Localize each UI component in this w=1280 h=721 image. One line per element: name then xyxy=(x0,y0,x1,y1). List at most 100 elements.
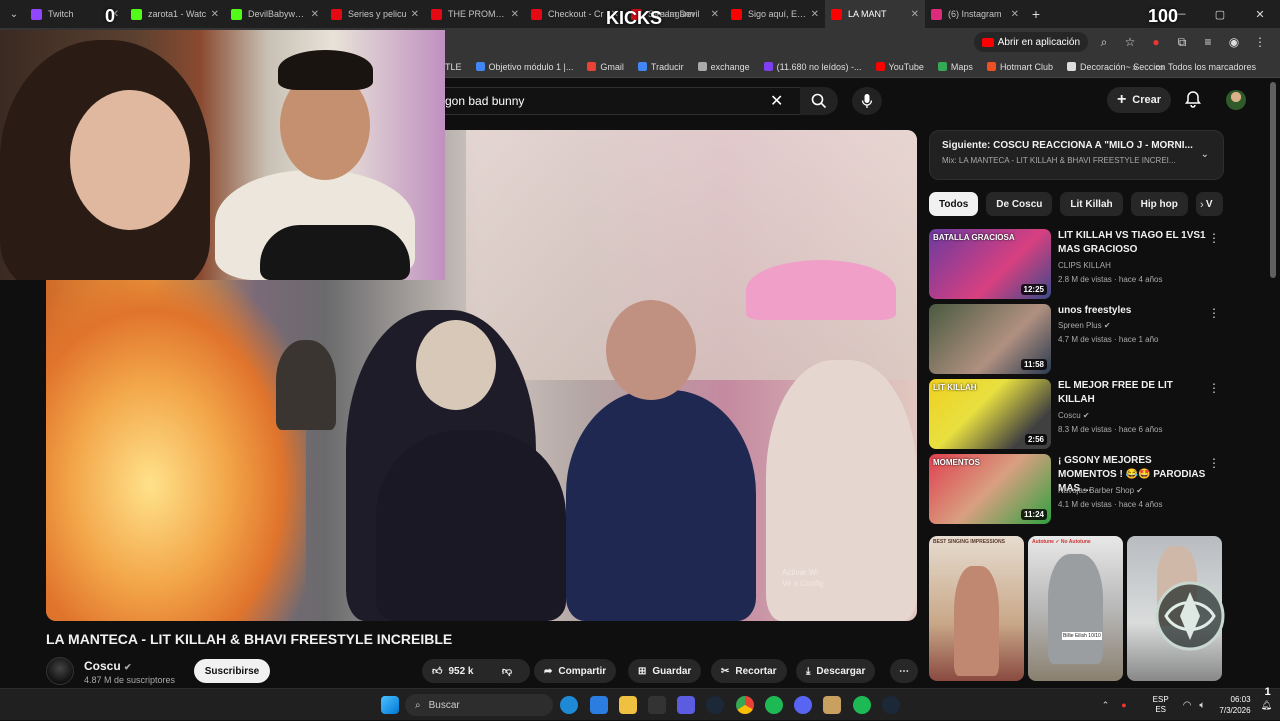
share-button[interactable]: ➦ Compartir xyxy=(534,659,617,683)
browser-tab[interactable]: THE PROMISE ✕ xyxy=(425,0,525,28)
chrome-icon[interactable] xyxy=(736,696,754,714)
spotify-icon[interactable] xyxy=(765,696,783,714)
bookmark-item[interactable]: exchange xyxy=(697,62,750,72)
bookmark-item[interactable]: Traducir xyxy=(637,62,684,72)
video-title-link[interactable]: EL MEJOR FREE DE LIT KILLAH xyxy=(1058,379,1208,407)
short-item[interactable]: Autotune ✓ No Autotune Billie Eilish 10/… xyxy=(1028,536,1123,681)
discord-icon[interactable] xyxy=(794,696,812,714)
chevron-right-icon[interactable]: › xyxy=(1200,199,1204,211)
up-next-panel[interactable]: Siguiente: COSCU REACCIONA A "MILO J - M… xyxy=(929,130,1224,180)
edge-icon[interactable] xyxy=(560,696,578,714)
filter-chip[interactable]: Hip hop xyxy=(1130,192,1188,216)
more-bookmarks-icon[interactable]: » xyxy=(1132,62,1137,72)
new-tab-button[interactable]: + xyxy=(1025,6,1047,22)
filter-chip[interactable]: De Coscu xyxy=(986,192,1053,216)
close-window-icon[interactable]: ✕ xyxy=(1240,8,1280,21)
more-options-icon[interactable]: ⋮ xyxy=(1208,306,1220,320)
clear-search-icon[interactable]: ✕ xyxy=(770,91,783,111)
browser-tab[interactable]: zarota1 - Watc ✕ xyxy=(125,0,225,28)
zoom-icon[interactable]: ⌕ xyxy=(1094,32,1114,52)
notification-bell-icon[interactable]: 🔔︎ 1 xyxy=(1261,686,1272,711)
channel-name[interactable]: Coscu ✔ xyxy=(84,659,132,673)
open-in-app-button[interactable]: Abrir en aplicación xyxy=(973,32,1088,52)
channel-avatar[interactable] xyxy=(46,657,74,685)
filter-chip[interactable]: Lit Killah xyxy=(1060,192,1123,216)
video-channel[interactable]: Navajas Barber Shop ✔ xyxy=(1058,486,1143,495)
close-tab-icon[interactable]: ✕ xyxy=(211,9,219,20)
more-actions-button[interactable]: ⋯ xyxy=(890,659,918,683)
more-options-icon[interactable]: ⋮ xyxy=(1208,381,1220,395)
page-scrollbar[interactable] xyxy=(1270,82,1276,278)
short-item[interactable]: BEST SINGING IMPRESSIONS xyxy=(929,536,1024,681)
file-explorer-icon[interactable] xyxy=(619,696,637,714)
extension-icon[interactable]: ● xyxy=(1146,32,1166,52)
tray-app-icon[interactable]: ● xyxy=(1121,700,1126,710)
dislike-button[interactable]: 👎︎ xyxy=(488,659,526,683)
app-icon[interactable] xyxy=(823,696,841,714)
search-input[interactable]: gon bad bunny xyxy=(420,87,800,115)
bookmark-star-icon[interactable]: ☆ xyxy=(1120,32,1140,52)
bookmark-item[interactable]: Maps xyxy=(937,62,973,72)
recommended-video[interactable]: LIT KILLAH 2:56 EL MEJOR FREE DE LIT KILLA… xyxy=(929,379,1224,449)
video-channel[interactable]: CLIPS KILLAH xyxy=(1058,261,1111,270)
steam-icon[interactable] xyxy=(882,696,900,714)
video-channel[interactable]: Spreen Plus ✔ xyxy=(1058,321,1111,330)
bookmark-item[interactable]: TLE xyxy=(445,62,462,72)
notifications-button[interactable] xyxy=(1184,90,1202,113)
account-avatar[interactable] xyxy=(1226,90,1246,110)
epic-games-icon[interactable] xyxy=(648,696,666,714)
clock[interactable]: 06:03 7/3/2026 xyxy=(1219,694,1250,716)
start-menu-icon[interactable] xyxy=(381,696,399,714)
create-button[interactable]: + Crear xyxy=(1107,87,1171,113)
volume-icon[interactable]: 🔈︎ xyxy=(1199,700,1205,711)
recommended-video[interactable]: BATALLA GRACIOSA 12:25 LIT KILLAH VS TIAGO… xyxy=(929,229,1224,299)
more-options-icon[interactable]: ⋮ xyxy=(1208,231,1220,245)
bookmark-item[interactable]: Hotmart Club xyxy=(986,62,1053,72)
video-thumbnail[interactable]: MOMENTOS 11:24 xyxy=(929,454,1051,524)
video-title-link[interactable]: LIT KILLAH VS TIAGO EL 1VS1 MAS GRACIOSO xyxy=(1058,229,1208,257)
media-control-icon[interactable]: ≡ xyxy=(1198,32,1218,52)
wifi-icon[interactable]: ◠ xyxy=(1183,700,1192,711)
all-bookmarks-folder[interactable]: ▭ Todos los marcadores xyxy=(1155,62,1256,73)
steam-icon[interactable] xyxy=(706,696,724,714)
close-tab-icon[interactable]: ✕ xyxy=(411,9,419,20)
video-thumbnail[interactable]: 11:58 xyxy=(929,304,1051,374)
maximize-icon[interactable]: ▢ xyxy=(1200,8,1240,21)
recommended-video[interactable]: MOMENTOS 11:24 ¡ GSONY MEJORES MOMENTOS ! … xyxy=(929,454,1224,524)
browser-tab[interactable]: Series y pelicu ✕ xyxy=(325,0,425,28)
bookmark-item[interactable]: (11.680 no leídos) -... xyxy=(763,62,862,72)
spotify-icon[interactable] xyxy=(853,696,871,714)
download-button[interactable]: ⤓ Descargar xyxy=(796,659,876,683)
subscribe-button[interactable]: Suscribirse xyxy=(194,659,270,683)
bookmark-item[interactable]: Objetivo módulo 1 |... xyxy=(475,62,573,72)
bookmark-item[interactable]: Gmail xyxy=(587,62,624,72)
voice-search-button[interactable] xyxy=(852,87,882,115)
browser-tab[interactable]: (6) Instagram ✕ xyxy=(925,0,1025,28)
app-icon[interactable] xyxy=(677,696,695,714)
store-icon[interactable] xyxy=(590,696,608,714)
video-thumbnail[interactable]: LIT KILLAH 2:56 xyxy=(929,379,1051,449)
language-indicator[interactable]: ESP ES xyxy=(1153,695,1169,715)
search-button[interactable] xyxy=(800,87,838,115)
tab-search-button[interactable]: ⌄ xyxy=(3,3,25,25)
close-tab-icon[interactable]: ✕ xyxy=(1011,9,1019,20)
chevron-up-icon[interactable]: ⌃ xyxy=(1102,700,1110,711)
video-title-link[interactable]: unos freestyles xyxy=(1058,304,1208,318)
clip-button[interactable]: ✂ Recortar xyxy=(711,659,787,683)
more-options-icon[interactable]: ⋮ xyxy=(1208,456,1220,470)
save-button[interactable]: ⊞ Guardar xyxy=(628,659,702,683)
browser-tab[interactable]: Sigo aquí, El A ✕ xyxy=(725,0,825,28)
chevron-down-icon[interactable]: ⌄ xyxy=(1201,149,1209,160)
video-channel[interactable]: Coscu ✔ xyxy=(1058,411,1090,420)
browser-menu-icon[interactable]: ⋮ xyxy=(1250,32,1270,52)
close-tab-icon[interactable]: ✕ xyxy=(911,9,919,20)
close-tab-icon[interactable]: ✕ xyxy=(511,9,519,20)
close-tab-icon[interactable]: ✕ xyxy=(711,9,719,20)
filter-chip[interactable]: Todos xyxy=(929,192,979,216)
extensions-puzzle-icon[interactable]: ⧉ xyxy=(1172,32,1192,52)
profile-icon[interactable]: ◉ xyxy=(1224,32,1244,52)
video-thumbnail[interactable]: BATALLA GRACIOSA 12:25 xyxy=(929,229,1051,299)
close-tab-icon[interactable]: ✕ xyxy=(811,9,819,20)
browser-tab[interactable]: LA MANT ✕ xyxy=(825,0,925,28)
recommended-video[interactable]: 11:58 unos freestyles Spreen Plus ✔ 4.7 M d… xyxy=(929,304,1224,374)
